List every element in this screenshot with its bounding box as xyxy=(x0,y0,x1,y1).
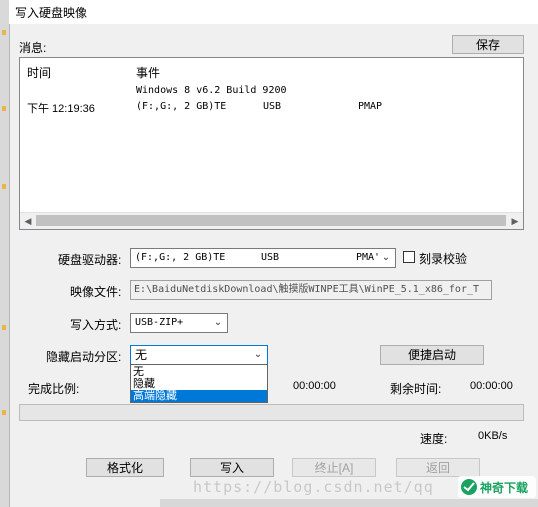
scrollbar-thumb[interactable] xyxy=(36,215,506,226)
verify-label: 刻录校验 xyxy=(419,252,468,266)
drive-label: 硬盘驱动器: xyxy=(58,253,122,267)
drive-usb: USB xyxy=(261,252,280,263)
drive-value: (F:,G:, 2 GB)TE xyxy=(135,252,226,263)
logo-text: 神奇下载 xyxy=(480,480,528,495)
message-list[interactable]: 时间 事件 Windows 8 v6.2 Build 9200 下午 12:19… xyxy=(19,57,524,230)
column-header-time: 时间 xyxy=(27,66,52,80)
image-file-field[interactable]: E:\BaiduNetdiskDownload\触摸版WINPE工具\WinPE… xyxy=(130,280,492,300)
remaining-time-label: 剩余时间: xyxy=(390,382,442,396)
hidden-partition-label: 隐藏启动分区: xyxy=(46,350,122,364)
list-item-pmap: PMAP xyxy=(358,101,383,112)
progress-bar xyxy=(19,404,524,421)
site-logo: 神奇下载 xyxy=(458,476,536,498)
chevron-down-icon[interactable]: ⌄ xyxy=(211,314,225,332)
chevron-down-icon[interactable]: ⌄ xyxy=(251,346,265,364)
messages-label: 消息: xyxy=(19,41,47,55)
save-button[interactable]: 保存 xyxy=(452,35,524,54)
background-app-strip xyxy=(160,499,538,507)
list-item-time: 下午 12:19:36 xyxy=(27,103,95,115)
folder-icon xyxy=(2,410,6,415)
folder-icon xyxy=(2,106,6,111)
image-file-value: E:\BaiduNetdiskDownload\触摸版WINPE工具\WinPE… xyxy=(134,284,480,295)
dropdown-option-hide[interactable]: 隐藏 xyxy=(131,378,267,390)
list-item-event: Windows 8 v6.2 Build 9200 xyxy=(136,85,287,96)
hidden-partition-select[interactable]: 无 ⌄ xyxy=(130,345,268,365)
quick-boot-button[interactable]: 便捷启动 xyxy=(380,345,484,365)
write-button[interactable]: 写入 xyxy=(190,458,274,477)
write-method-label: 写入方式: xyxy=(70,318,122,332)
drive-pmap: PMA' xyxy=(356,252,381,263)
speed-label: 速度: xyxy=(420,432,448,446)
hidden-partition-value: 无 xyxy=(135,348,148,362)
format-button[interactable]: 格式化 xyxy=(86,458,164,477)
watermark-text: https://blog.csdn.net/qq xyxy=(193,478,434,496)
chevron-down-icon[interactable]: ⌄ xyxy=(379,249,393,267)
complete-ratio-label: 完成比例: xyxy=(28,382,80,396)
elapsed-time: 00:00:00 xyxy=(293,380,336,392)
write-method-select[interactable]: USB-ZIP+ ⌄ xyxy=(130,313,228,333)
dropdown-option-high-hide[interactable]: 高端隐藏 xyxy=(131,390,267,402)
window-title: 写入硬盘映像 xyxy=(15,6,88,20)
folder-icon xyxy=(2,184,6,189)
list-item-usb: USB xyxy=(263,101,282,112)
title-bar[interactable]: 写入硬盘映像 xyxy=(9,0,538,24)
dropdown-option-none[interactable]: 无 xyxy=(131,366,267,378)
hidden-partition-dropdown[interactable]: 无 隐藏 高端隐藏 xyxy=(130,364,268,403)
scroll-left-icon[interactable]: ◀ xyxy=(21,214,35,228)
background-app-strip xyxy=(0,0,10,507)
image-file-label: 映像文件: xyxy=(70,285,122,299)
scroll-right-icon[interactable]: ▶ xyxy=(508,214,522,228)
list-item-event: (F:,G:, 2 GB)TE xyxy=(136,101,227,112)
stop-button[interactable]: 终止[A] xyxy=(292,458,376,477)
write-method-value: USB-ZIP+ xyxy=(135,317,184,328)
column-header-event: 事件 xyxy=(136,66,161,80)
folder-icon xyxy=(2,325,6,330)
horizontal-scrollbar[interactable]: ◀ ▶ xyxy=(20,212,523,229)
verify-checkbox[interactable] xyxy=(403,251,415,263)
speed-value: 0KB/s xyxy=(478,430,508,442)
remaining-time: 00:00:00 xyxy=(470,380,513,392)
back-button[interactable]: 返回 xyxy=(396,458,480,477)
folder-icon xyxy=(2,30,6,35)
drive-select[interactable]: (F:,G:, 2 GB)TE USB PMA' ⌄ xyxy=(130,248,396,268)
